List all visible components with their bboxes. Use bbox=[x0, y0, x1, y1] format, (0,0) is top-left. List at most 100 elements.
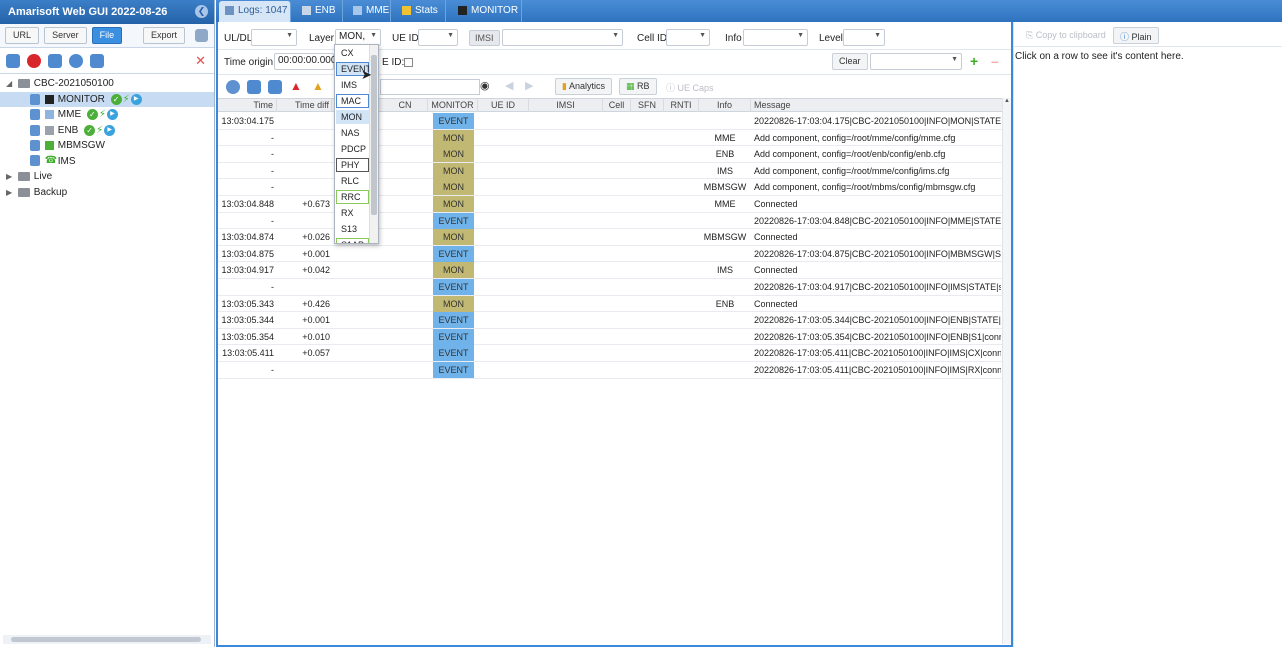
expand-icon[interactable]: ▶ bbox=[6, 185, 15, 200]
tree-item-mme[interactable]: MME ✓ ⚡ ▶ bbox=[0, 107, 214, 123]
col-time-diff[interactable]: Time diff bbox=[277, 99, 332, 112]
tree-root[interactable]: ◢ CBC-2021050100 bbox=[0, 76, 214, 92]
next-icon[interactable]: ▶ bbox=[525, 80, 539, 94]
layer-option-cx[interactable]: CX bbox=[336, 46, 369, 60]
remove-icon[interactable]: – bbox=[991, 54, 1005, 69]
add-icon[interactable]: + bbox=[970, 54, 984, 69]
info-select[interactable]: ▼ bbox=[743, 29, 808, 46]
tree-live[interactable]: ▶ Live bbox=[0, 169, 214, 185]
tab-monitor[interactable]: MONITOR bbox=[452, 0, 522, 22]
level-select[interactable]: ▼ bbox=[843, 29, 885, 46]
time-diff-cell: +0.426 bbox=[302, 298, 330, 309]
time-diff-cell bbox=[277, 163, 332, 179]
search-icon[interactable] bbox=[6, 54, 20, 68]
expand-icon[interactable]: ◢ bbox=[6, 76, 15, 91]
export-button[interactable]: Export bbox=[142, 27, 185, 44]
tool-icon[interactable] bbox=[90, 54, 105, 68]
layer-option-s13[interactable]: S13 bbox=[336, 222, 369, 236]
group-ueid-checkbox[interactable] bbox=[404, 58, 413, 67]
info-cell bbox=[699, 279, 751, 295]
expand-icon[interactable]: ▶ bbox=[6, 169, 15, 184]
table-row[interactable]: 13:03:05.411 +0.057 EVENT 20220826-17:03:05… bbox=[218, 345, 1003, 362]
error-icon[interactable]: ▲ bbox=[290, 80, 304, 94]
info-cell bbox=[699, 246, 751, 262]
antenna-icon bbox=[302, 5, 311, 15]
collapse-panel-icon[interactable]: ❮ bbox=[195, 5, 208, 18]
uldl-select[interactable]: ▼ bbox=[251, 29, 297, 46]
col-cell[interactable]: Cell bbox=[603, 99, 631, 112]
filter-preset-select[interactable]: ▼ bbox=[870, 53, 962, 70]
imsi-button[interactable]: IMSI bbox=[469, 30, 500, 46]
tab-logs[interactable]: Logs: 1047 bbox=[219, 1, 291, 22]
close-icon[interactable]: ✕ bbox=[195, 53, 206, 69]
tab-enb[interactable]: ENB bbox=[296, 0, 343, 22]
play-icon[interactable]: ▶ bbox=[104, 124, 116, 136]
ueid-select[interactable]: ▼ bbox=[418, 29, 458, 46]
col-time[interactable]: Time bbox=[218, 99, 277, 112]
table-row[interactable]: 13:03:05.344 +0.001 EVENT 20220826-17:03:05… bbox=[218, 312, 1003, 329]
tree-item-mbmsgw[interactable]: MBMSGW bbox=[0, 138, 214, 154]
file-button[interactable]: File bbox=[91, 27, 123, 44]
play-icon[interactable]: ▶ bbox=[130, 93, 142, 105]
table-row[interactable]: 13:03:04.917 +0.042 MON IMS Connected bbox=[218, 262, 1003, 279]
layer-option-mac[interactable]: MAC bbox=[336, 94, 369, 108]
imsi-select[interactable]: ▼ bbox=[502, 29, 623, 46]
clock-icon[interactable] bbox=[226, 80, 240, 94]
arrow-right-icon[interactable] bbox=[268, 80, 282, 94]
clear-button[interactable]: Clear bbox=[832, 53, 868, 70]
reload-icon[interactable] bbox=[48, 54, 63, 68]
warning-icon[interactable]: ▲ bbox=[312, 80, 326, 94]
col-sfn[interactable]: SFN bbox=[631, 99, 664, 112]
prev-icon[interactable]: ◀ bbox=[505, 80, 519, 94]
table-row[interactable]: - EVENT 20220826-17:03:04.917|CBC-20210501… bbox=[218, 279, 1003, 296]
col-cn[interactable]: CN bbox=[383, 99, 428, 112]
tab-stats[interactable]: Stats bbox=[396, 0, 446, 22]
vertical-scrollbar[interactable]: ▲ bbox=[1002, 98, 1011, 644]
layer-option-pdcp[interactable]: PDCP bbox=[336, 142, 369, 156]
col-rnti[interactable]: RNTI bbox=[664, 99, 699, 112]
scrollbar-thumb[interactable] bbox=[11, 637, 201, 642]
arrow-left-icon[interactable] bbox=[247, 80, 261, 94]
col-ueid[interactable]: UE ID bbox=[478, 99, 529, 112]
tree-item-ims[interactable]: ☎IMS bbox=[0, 154, 214, 170]
layer-option-nas[interactable]: NAS bbox=[336, 126, 369, 140]
info-cell: MME bbox=[714, 132, 736, 143]
binoculars-icon[interactable]: ◉ bbox=[480, 80, 494, 94]
uecaps-button[interactable]: ⓘ UE Caps bbox=[659, 78, 721, 95]
layer-option-rrc[interactable]: RRC bbox=[336, 190, 369, 204]
time-origin-input[interactable]: 00:00:00.000 bbox=[274, 53, 336, 70]
layer-option-rx[interactable]: RX bbox=[336, 206, 369, 220]
tree-item-label: ENB bbox=[57, 124, 79, 136]
layer-option-rlc[interactable]: RLC bbox=[336, 174, 369, 188]
table-row[interactable]: - EVENT 20220826-17:03:05.411|CBC-20210501… bbox=[218, 362, 1003, 379]
col-info[interactable]: Info bbox=[699, 99, 751, 112]
horizontal-scrollbar[interactable] bbox=[3, 635, 211, 644]
info-icon[interactable] bbox=[69, 54, 84, 68]
url-button[interactable]: URL bbox=[5, 27, 40, 44]
tree-item-monitor[interactable]: MONITOR ✓ ⚡ ▶ bbox=[0, 91, 214, 107]
stop-icon[interactable] bbox=[27, 54, 42, 68]
tab-mme[interactable]: MME bbox=[347, 0, 391, 22]
layer-option-s1ap[interactable]: S1AP bbox=[336, 238, 369, 243]
rb-button[interactable]: ▦ RB bbox=[619, 78, 657, 95]
table-row[interactable]: 13:03:04.875 +0.001 EVENT 20220826-17:03:04… bbox=[218, 245, 1003, 263]
search-input[interactable] bbox=[380, 79, 480, 95]
message-cell: Connected bbox=[754, 199, 798, 209]
play-icon[interactable]: ▶ bbox=[106, 109, 118, 120]
copy-button[interactable]: ⎘ Copy to clipboard bbox=[1019, 27, 1113, 44]
col-message[interactable]: Message bbox=[751, 99, 1003, 112]
plain-button[interactable]: ⓘ Plain bbox=[1113, 27, 1159, 44]
layer-option-mon[interactable]: MON bbox=[336, 110, 369, 124]
settings-icon[interactable] bbox=[195, 29, 208, 42]
scroll-up-icon[interactable]: ▲ bbox=[1003, 98, 1011, 104]
col-monitor[interactable]: MONITOR bbox=[428, 99, 478, 112]
table-row[interactable]: 13:03:05.343 +0.426 MON ENB Connected bbox=[218, 295, 1003, 313]
col-imsi[interactable]: IMSI bbox=[529, 99, 603, 112]
tree-backup[interactable]: ▶ Backup bbox=[0, 185, 214, 201]
layer-option-phy[interactable]: PHY bbox=[336, 158, 369, 172]
analytics-button[interactable]: ▮ Analytics bbox=[555, 78, 612, 95]
table-row[interactable]: 13:03:05.354 +0.010 EVENT 20220826-17:03:05… bbox=[218, 328, 1003, 346]
cellid-select[interactable]: ▼ bbox=[666, 29, 710, 46]
tree-item-enb[interactable]: ENB ✓ ⚡ ▶ bbox=[0, 123, 214, 139]
server-button[interactable]: Server bbox=[44, 27, 87, 44]
